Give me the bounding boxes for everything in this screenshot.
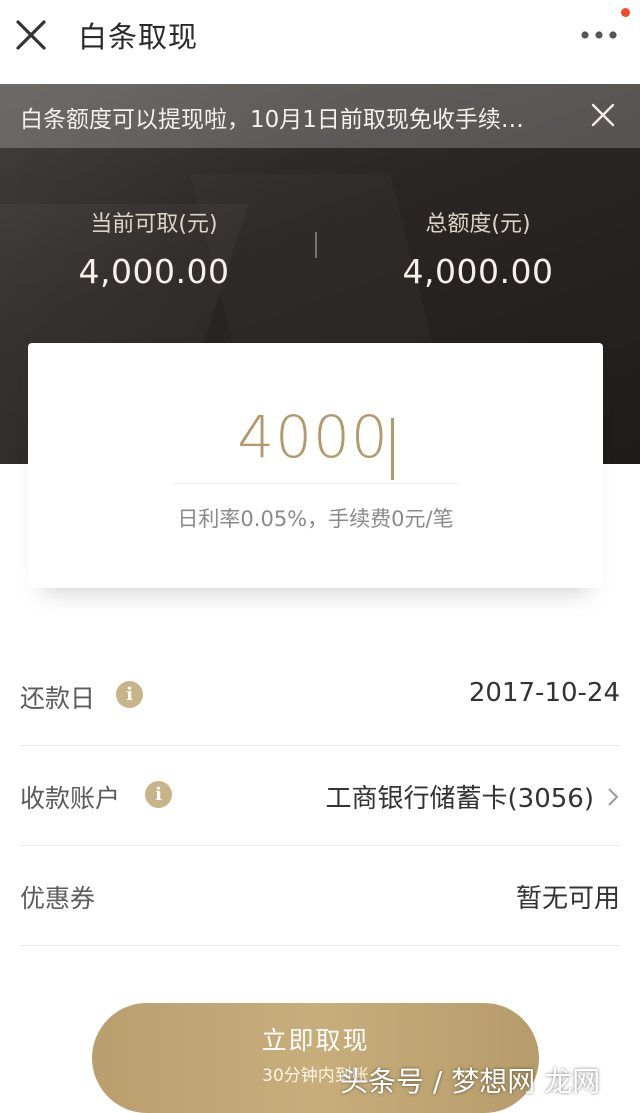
amount-card: 4000 日利率0.05%，手续费0元/笔 [28,343,603,588]
coupon-row[interactable]: 优惠券 暂无可用 [20,845,620,946]
title-bar: 白条取现 [0,0,640,84]
available-label: 当前可取(元) [90,212,218,237]
divider [315,232,317,258]
page-title: 白条取现 [78,20,199,54]
info-icon[interactable]: i [116,681,143,708]
rate-text: 日利率0.05%，手续费0元/笔 [177,507,454,531]
withdraw-button-label: 立即取现 [261,1026,370,1055]
text-caret [390,417,394,480]
amount-input[interactable]: 4000 [28,403,603,484]
receiving-account-value: 工商银行储蓄卡(3056) [325,784,594,814]
repay-date-row: 还款日 i 2017-10-24 [20,645,620,746]
available-amount: 当前可取(元) 4,000.00 [54,206,254,291]
receiving-account-label: 收款账户 [20,784,121,813]
coupon-label: 优惠券 [20,884,96,913]
coupon-value: 暂无可用 [515,884,620,914]
total-label: 总额度(元) [425,212,531,237]
info-icon[interactable]: i [145,781,172,808]
watermark: 头条号 / 梦想网 龙网 [340,1065,601,1098]
chevron-right-icon [608,788,619,806]
divider [173,483,458,484]
repay-date-value: 2017-10-24 [468,678,620,708]
receiving-account-row[interactable]: 收款账户 i 工商银行储蓄卡(3056) [20,745,620,846]
notification-dot [621,8,630,17]
repay-date-label: 还款日 [20,684,96,713]
notice-banner: 白条额度可以提现啦，10月1日前取现免收手续… [0,84,640,148]
close-icon[interactable] [590,102,616,128]
total-limit: 总额度(元) 4,000.00 [378,206,578,291]
total-value: 4,000.00 [402,252,554,291]
notice-text: 白条额度可以提现啦，10月1日前取现免收手续… [20,107,524,133]
more-dots-icon[interactable] [580,20,618,50]
close-icon[interactable] [14,18,48,52]
amount-value[interactable]: 4000 [237,403,389,471]
available-value: 4,000.00 [78,252,230,291]
